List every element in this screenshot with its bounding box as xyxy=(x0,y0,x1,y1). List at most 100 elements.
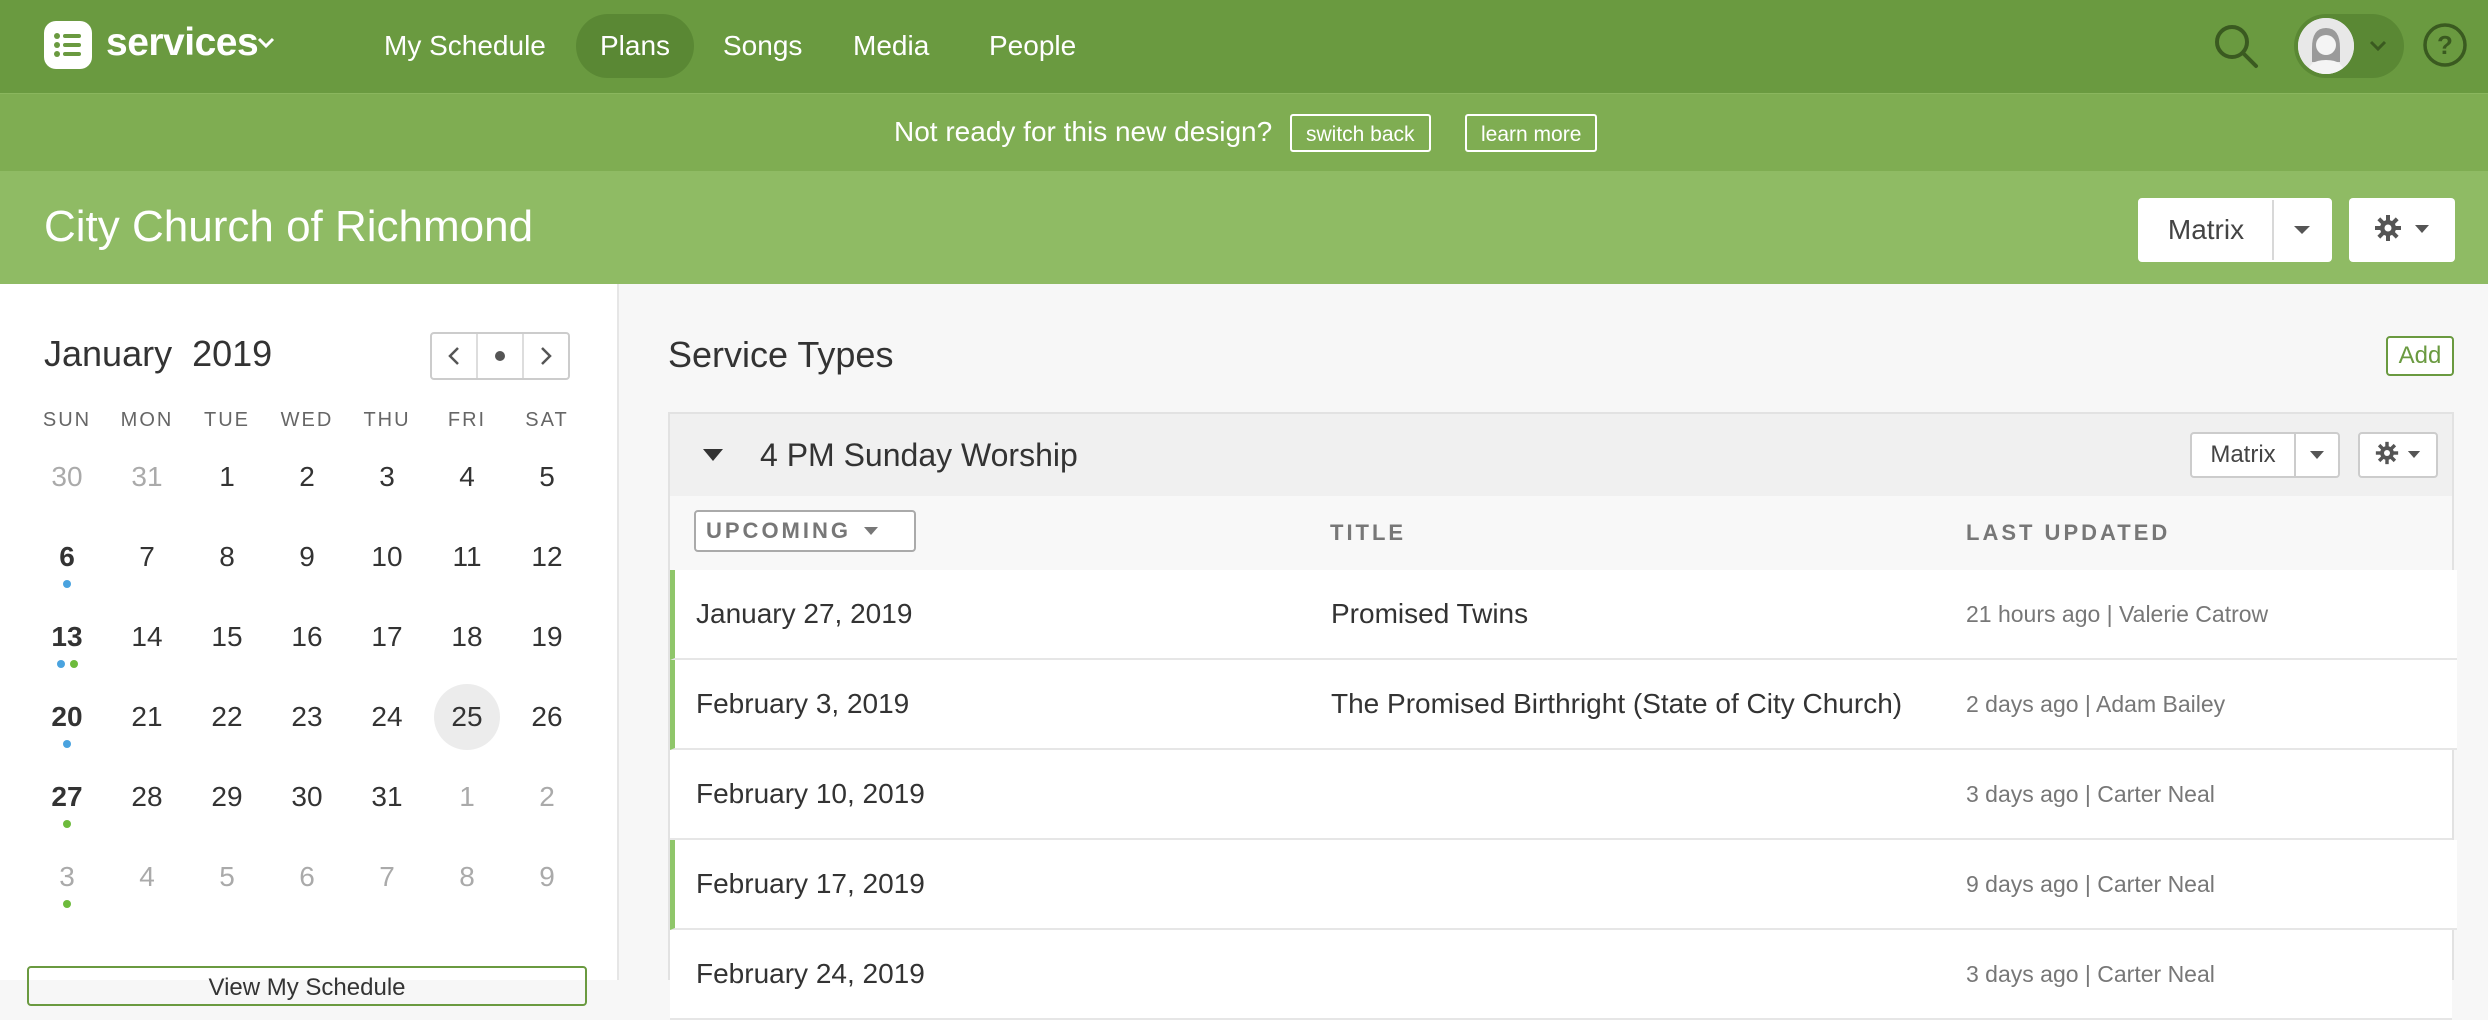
calendar-day[interactable]: 9 xyxy=(267,518,347,598)
calendar-day-number: 9 xyxy=(539,861,555,892)
calendar-day[interactable]: 15 xyxy=(187,598,267,678)
calendar-day-number: 4 xyxy=(139,861,155,892)
user-menu[interactable] xyxy=(2294,14,2404,78)
calendar-day-number: 5 xyxy=(539,461,555,492)
calendar-day[interactable]: 6 xyxy=(27,518,107,598)
service-type-settings-button[interactable] xyxy=(2358,432,2438,478)
calendar-day[interactable]: 7 xyxy=(107,518,187,598)
table-row[interactable]: February 3, 2019 The Promised Birthright … xyxy=(670,660,2457,750)
collapse-caret-icon[interactable] xyxy=(702,448,724,467)
calendar-day-number: 14 xyxy=(131,621,163,652)
nav-media[interactable]: Media xyxy=(829,14,953,78)
calendar-day[interactable]: 11 xyxy=(427,518,507,598)
next-month-button[interactable] xyxy=(524,334,568,378)
calendar-day[interactable]: 4 xyxy=(107,838,187,918)
calendar-day-number: 17 xyxy=(371,621,403,652)
calendar-day[interactable]: 21 xyxy=(107,678,187,758)
upcoming-filter-dropdown[interactable]: UPCOMING xyxy=(694,510,916,552)
calendar-day-number: 28 xyxy=(131,781,163,812)
calendar-day[interactable]: 2 xyxy=(267,438,347,518)
learn-more-button[interactable]: learn more xyxy=(1465,114,1598,152)
help-icon[interactable]: ? xyxy=(2422,22,2468,68)
plan-date[interactable]: February 24, 2019 xyxy=(696,952,925,996)
calendar-day-number: 23 xyxy=(291,701,323,732)
calendar-day[interactable]: 5 xyxy=(507,438,587,518)
plan-date[interactable]: February 17, 2019 xyxy=(696,862,925,906)
calendar-day-number: 29 xyxy=(211,781,243,812)
service-type-name[interactable]: 4 PM Sunday Worship xyxy=(760,433,1078,477)
app-logo-icon[interactable] xyxy=(44,21,92,69)
table-row[interactable]: February 24, 2019 3 days ago | Carter Nea… xyxy=(670,930,2452,1020)
switch-back-button[interactable]: switch back xyxy=(1290,114,1431,152)
calendar-day[interactable]: 26 xyxy=(507,678,587,758)
calendar-day[interactable]: 8 xyxy=(427,838,507,918)
table-row[interactable]: January 27, 2019 Promised Twins 21 hours a… xyxy=(670,570,2457,660)
plan-date[interactable]: February 3, 2019 xyxy=(696,682,909,726)
table-row[interactable]: February 10, 2019 3 days ago | Carter Nea… xyxy=(670,750,2452,840)
calendar-day[interactable]: 29 xyxy=(187,758,267,838)
calendar-day[interactable]: 31 xyxy=(347,758,427,838)
calendar-day[interactable]: 5 xyxy=(187,838,267,918)
calendar-day[interactable]: 3 xyxy=(27,838,107,918)
calendar-weekdays: SUN MON TUE WED THU FRI SAT xyxy=(27,402,587,438)
matrix-button[interactable]: Matrix xyxy=(2192,434,2296,476)
caret-down-icon[interactable] xyxy=(2296,434,2338,476)
search-icon[interactable] xyxy=(2212,22,2260,70)
calendar-day-number: 4 xyxy=(459,461,475,492)
calendar-day[interactable]: 12 xyxy=(507,518,587,598)
calendar-day[interactable]: 19 xyxy=(507,598,587,678)
calendar-day[interactable]: 13 xyxy=(27,598,107,678)
calendar-day[interactable]: 27 xyxy=(27,758,107,838)
event-indicators xyxy=(27,660,107,668)
calendar-day[interactable]: 1 xyxy=(427,758,507,838)
calendar-day[interactable]: 4 xyxy=(427,438,507,518)
calendar-day[interactable]: 2 xyxy=(507,758,587,838)
calendar-day-number: 25 xyxy=(434,684,500,750)
view-switcher[interactable]: Matrix xyxy=(2138,198,2332,262)
calendar-day[interactable]: 16 xyxy=(267,598,347,678)
plan-date[interactable]: February 10, 2019 xyxy=(696,772,925,816)
nav-songs[interactable]: Songs xyxy=(699,14,826,78)
calendar-day[interactable]: 31 xyxy=(107,438,187,518)
calendar-day[interactable]: 7 xyxy=(347,838,427,918)
nav-people[interactable]: People xyxy=(965,14,1100,78)
calendar-day-today[interactable]: 25 xyxy=(427,678,507,758)
calendar-day[interactable]: 14 xyxy=(107,598,187,678)
calendar-day[interactable]: 23 xyxy=(267,678,347,758)
nav-my-schedule[interactable]: My Schedule xyxy=(360,14,570,78)
calendar-day[interactable]: 9 xyxy=(507,838,587,918)
today-button[interactable] xyxy=(478,334,524,378)
plan-title: The Promised Birthright (State of City C… xyxy=(1331,688,1903,719)
plan-date[interactable]: January 27, 2019 xyxy=(696,592,912,636)
app-name[interactable]: services xyxy=(106,18,259,68)
calendar-day[interactable]: 22 xyxy=(187,678,267,758)
calendar-day[interactable]: 20 xyxy=(27,678,107,758)
column-header-title[interactable]: TITLE xyxy=(1330,520,1406,546)
chevron-down-icon[interactable] xyxy=(256,36,276,55)
settings-button[interactable] xyxy=(2349,198,2455,262)
calendar-day[interactable]: 30 xyxy=(267,758,347,838)
service-type-header: 4 PM Sunday Worship Matrix xyxy=(670,414,2452,498)
weekday-label: MON xyxy=(120,409,174,431)
calendar-day[interactable]: 3 xyxy=(347,438,427,518)
add-service-type-button[interactable]: Add xyxy=(2386,336,2454,376)
caret-down-icon[interactable] xyxy=(2274,200,2330,260)
calendar-day[interactable]: 8 xyxy=(187,518,267,598)
calendar-day[interactable]: 17 xyxy=(347,598,427,678)
view-my-schedule-button[interactable]: View My Schedule xyxy=(27,966,587,1006)
service-type-view-switcher[interactable]: Matrix xyxy=(2190,432,2340,478)
calendar-day[interactable]: 10 xyxy=(347,518,427,598)
matrix-button[interactable]: Matrix xyxy=(2140,200,2274,260)
column-header-last-updated[interactable]: LAST UPDATED xyxy=(1966,520,2170,546)
table-row[interactable]: February 17, 2019 9 days ago | Carter Nea… xyxy=(670,840,2457,930)
calendar-day[interactable]: 1 xyxy=(187,438,267,518)
svg-text:?: ? xyxy=(2437,30,2453,60)
calendar-day[interactable]: 28 xyxy=(107,758,187,838)
calendar-day[interactable]: 30 xyxy=(27,438,107,518)
nav-plans[interactable]: Plans xyxy=(576,14,695,78)
calendar-day[interactable]: 24 xyxy=(347,678,427,758)
prev-month-button[interactable] xyxy=(432,334,478,378)
calendar-day[interactable]: 6 xyxy=(267,838,347,918)
calendar-day[interactable]: 18 xyxy=(427,598,507,678)
weekday-label: SAT xyxy=(525,409,569,431)
